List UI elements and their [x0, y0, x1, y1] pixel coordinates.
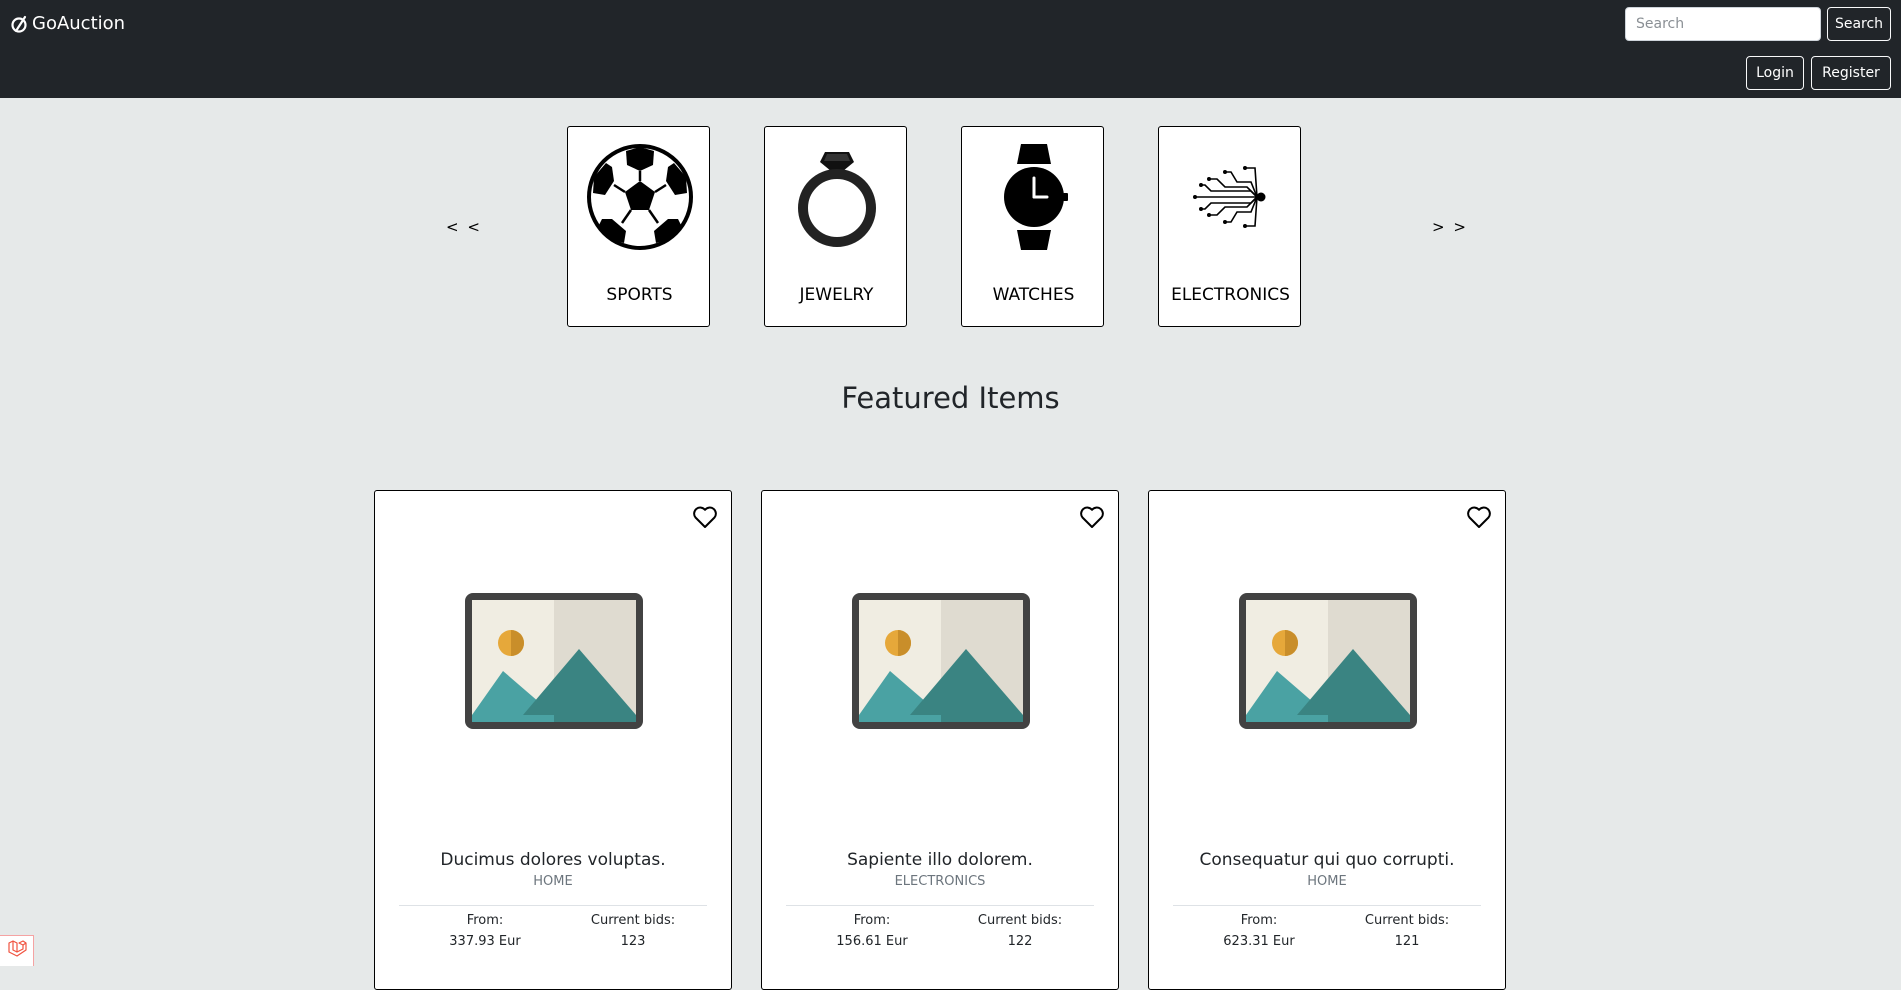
from-label: From: — [853, 913, 891, 928]
price-value: 337.93 Eur — [449, 934, 521, 949]
item-card[interactable]: Ducimus dolores voluptas. HOME From: 337… — [374, 490, 732, 990]
carousel-prev-button[interactable]: < < — [446, 218, 482, 236]
divider — [786, 905, 1094, 906]
heart-icon[interactable] — [1079, 504, 1105, 530]
watch-icon — [962, 142, 1105, 252]
category-card-electronics[interactable]: ELECTRONICS — [1158, 126, 1301, 327]
laravel-icon — [7, 939, 27, 963]
divider — [1173, 905, 1481, 906]
debug-badge[interactable] — [0, 935, 34, 966]
circuit-icon — [1159, 142, 1302, 252]
current-bids: Current bids: 122 — [950, 910, 1090, 952]
from-label: From: — [466, 913, 504, 928]
brand-name: GoAuction — [32, 13, 126, 34]
category-label: ELECTRONICS — [1171, 285, 1290, 305]
search-input[interactable] — [1625, 7, 1821, 41]
search-button[interactable]: Search — [1827, 7, 1891, 41]
category-card-jewelry[interactable]: JEWELRY — [764, 126, 907, 327]
bids-label: Current bids: — [977, 913, 1063, 928]
from-label: From: — [1240, 913, 1278, 928]
ring-icon — [765, 142, 908, 252]
auction-logo-icon — [10, 14, 28, 34]
item-title[interactable]: Consequatur qui quo corrupti. — [1149, 850, 1505, 870]
carousel-next-button[interactable]: > > — [1432, 218, 1468, 236]
top-navbar: GoAuction Search Login Register — [0, 0, 1901, 98]
brand-link[interactable]: GoAuction — [10, 13, 125, 34]
category-card-sports[interactable]: SPORTS — [567, 126, 710, 327]
item-card[interactable]: Consequatur qui quo corrupti. HOME From:… — [1148, 490, 1506, 990]
category-label: JEWELRY — [799, 285, 874, 305]
soccer-ball-icon — [568, 142, 711, 252]
current-bids: Current bids: 123 — [563, 910, 703, 952]
price-value: 623.31 Eur — [1223, 934, 1295, 949]
bids-label: Current bids: — [590, 913, 676, 928]
register-button[interactable]: Register — [1811, 56, 1891, 90]
featured-title: Featured Items — [841, 381, 1060, 415]
image-placeholder-icon — [850, 591, 1032, 731]
price-value: 156.61 Eur — [836, 934, 908, 949]
category-label: WATCHES — [992, 285, 1075, 305]
item-card[interactable]: Sapiente illo dolorem. ELECTRONICS From:… — [761, 490, 1119, 990]
current-bids: Current bids: 121 — [1337, 910, 1477, 952]
starting-price: From: 156.61 Eur — [802, 910, 942, 952]
starting-price: From: 337.93 Eur — [415, 910, 555, 952]
item-category: HOME — [533, 874, 573, 889]
starting-price: From: 623.31 Eur — [1189, 910, 1329, 952]
item-category: HOME — [1307, 874, 1347, 889]
heart-icon[interactable] — [1466, 504, 1492, 530]
bids-value: 123 — [620, 934, 646, 949]
bids-value: 122 — [1007, 934, 1033, 949]
category-label: SPORTS — [606, 285, 673, 305]
login-button[interactable]: Login — [1746, 56, 1804, 90]
item-category: ELECTRONICS — [894, 874, 986, 889]
item-title[interactable]: Sapiente illo dolorem. — [762, 850, 1118, 870]
image-placeholder-icon — [1237, 591, 1419, 731]
image-placeholder-icon — [463, 591, 645, 731]
category-card-watches[interactable]: WATCHES — [961, 126, 1104, 327]
bids-value: 121 — [1394, 934, 1420, 949]
item-title[interactable]: Ducimus dolores voluptas. — [375, 850, 731, 870]
bids-label: Current bids: — [1364, 913, 1450, 928]
divider — [399, 905, 707, 906]
heart-icon[interactable] — [692, 504, 718, 530]
